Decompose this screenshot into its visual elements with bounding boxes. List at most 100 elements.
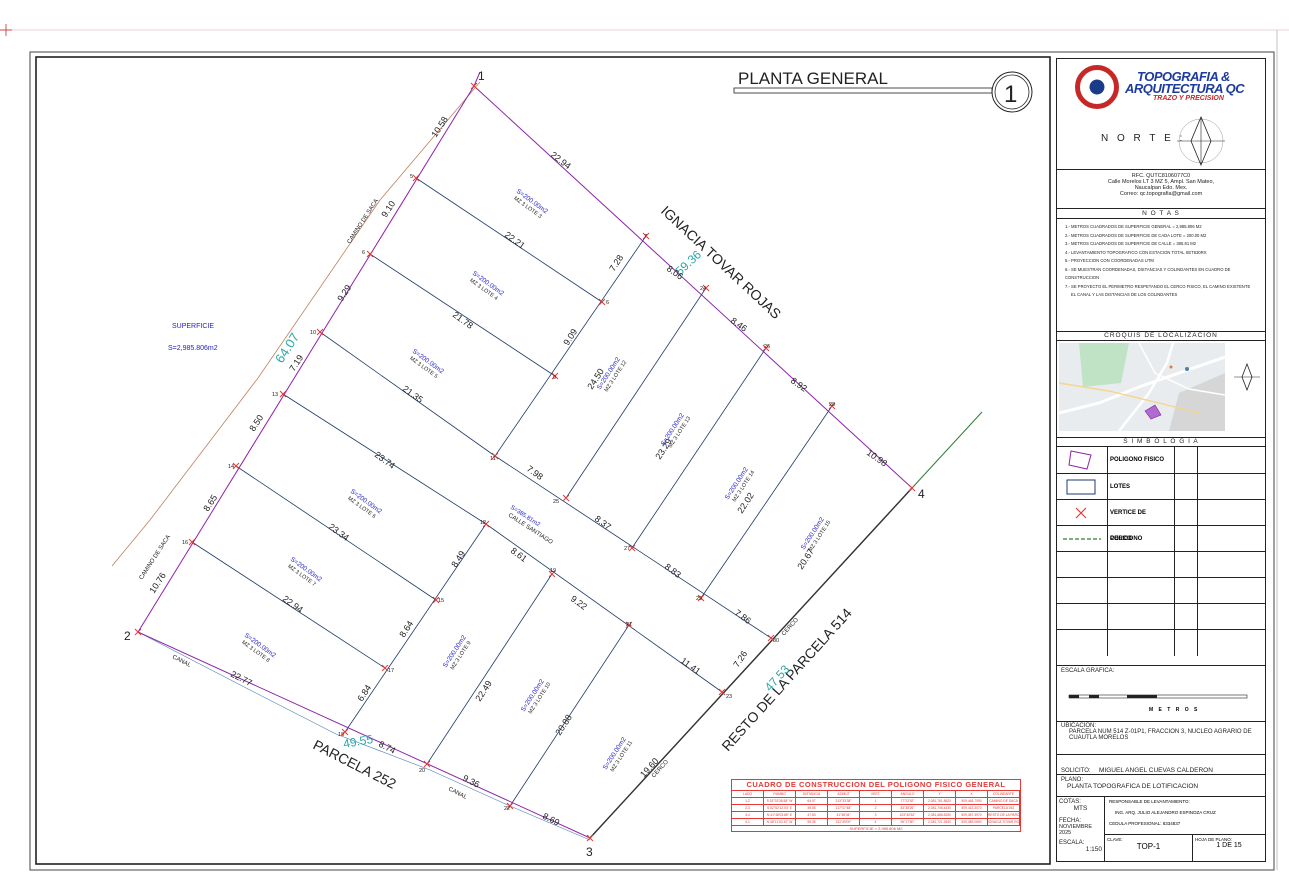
construction-table-cell: 2,081,721.2640 [924, 819, 956, 825]
cerco-line [911, 411, 983, 489]
vertex-number: 26 [764, 344, 770, 350]
dimension-label: 8.37 [593, 514, 613, 532]
construction-table-cell: 2 [860, 805, 892, 811]
clave-block: CLAVE: TOP-1 [1105, 835, 1193, 861]
email: Correo: qc.topografia@gmail.com [1119, 191, 1203, 197]
corner-2: 2 [124, 629, 131, 643]
construction-table-row: 1-2 S 33°33'38.58" W 64.07 213°33'38" 1 77°22… [732, 798, 1020, 805]
lot-label: S=200.00m2MZ 3 LOTE 10 [520, 678, 552, 715]
construction-table-cell: S 33°33'38.58" W [764, 798, 796, 804]
croquis-header: CROQUIS DE LOCALIZACION [1057, 331, 1265, 341]
construction-table-cell: 4-1 [732, 819, 764, 825]
construction-table-cell: 64.07 [796, 798, 828, 804]
dimension-label: 20.88 [553, 713, 574, 737]
resp-value: ING. ARQ. JULIO ALEJANDRO ESPINOZA CRUZ [1115, 810, 1216, 815]
map-north-icon [1234, 363, 1260, 391]
construction-table-cell: 49.55 [796, 805, 828, 811]
col-distancia: DISTANCIA [796, 791, 828, 797]
note-7: 7.- SE PROYECTO EL PERIMETRO RESPETANDO … [1065, 283, 1251, 289]
vertex-number: 15 [438, 598, 444, 604]
vertex-number: 18 [338, 732, 344, 738]
dimension-label: 10.98 [865, 447, 889, 468]
escala-grafica-section: ESCALA GRAFICA: M E T R O S [1057, 665, 1265, 722]
dimension-label: 22.49 [473, 679, 494, 703]
construction-table-cell: 83°38'26" [892, 805, 924, 811]
lot-label: S=200.00m2MZ 3 LOTE 6 [346, 488, 383, 520]
construction-table-footer: SUPERFICIE = 2,985.806 M2 [849, 826, 903, 831]
legend-empty-row [1057, 577, 1265, 604]
vertex-number: 11 [490, 456, 496, 462]
north-arrow-icon [1177, 115, 1225, 167]
vertex-marker [134, 628, 142, 636]
dimension-label: 8.65 [201, 493, 219, 513]
superficie-value: S=2,985.806m2 [168, 345, 218, 352]
dimension-label: 23.74 [373, 450, 397, 471]
lot-label: S=200.00m2MZ 3 LOTE 15 [800, 516, 832, 553]
legend-vertice-label: VERTICE DE POLIGONO [1107, 500, 1175, 542]
corner-3: 3 [586, 845, 593, 859]
lot-label: S=200.00m2MZ 3 LOTE 7 [286, 556, 323, 588]
camino-upper: CAMINO DE SACA [347, 198, 380, 245]
construction-table-cell: 41°48'04" [828, 812, 860, 818]
construction-table-cell: 509,448.7090 [956, 798, 988, 804]
clave-value: TOP-1 [1136, 842, 1161, 851]
construction-table-cell: RESTO DE LA PARCELA 514 [988, 812, 1020, 818]
vertex-number: 5 [410, 174, 413, 180]
resp-label: RESPONSABLE DE LEVANTAMIENTO: [1109, 799, 1190, 804]
legend-empty-row [1057, 551, 1265, 578]
solicito-label: SOLICITO: [1061, 768, 1091, 774]
legend-cerco-label: CERCO [1107, 526, 1175, 552]
vertex-number: 16 [182, 540, 188, 546]
dimension-label: 23.34 [327, 522, 351, 543]
legend-empty-row [1057, 629, 1265, 656]
vertex-number: 17 [388, 668, 394, 674]
dimension-label: 22.94 [281, 594, 305, 615]
vertex-number: 19 [550, 568, 556, 574]
logo-line2: ARQUITECTURA QC [1125, 81, 1245, 96]
dimension-label: 8.74 [377, 739, 397, 756]
superficie-label: SUPERFICIE [172, 323, 214, 330]
construction-table-cell: 3 [860, 812, 892, 818]
construction-table-cell: N 48°11'00.10" W [764, 819, 796, 825]
construction-table-cell: 95°17'50" [892, 819, 924, 825]
corner-1: 1 [478, 69, 485, 83]
info-left: COTAS: MTS FECHA: NOVIEMBRE 2025 ESCALA:… [1057, 797, 1105, 861]
dimension-label: 22.21 [503, 230, 527, 251]
info-grid: COTAS: MTS FECHA: NOVIEMBRE 2025 ESCALA:… [1057, 797, 1265, 861]
construction-table-title: CUADRO DE CONSTRUCCION DEL POLIGONO FISI… [732, 780, 1020, 791]
vertex-number: 14 [228, 464, 234, 470]
construction-table-cell: 509,413.3070 [956, 805, 988, 811]
vertex-marker [562, 494, 570, 502]
col-y: Y [924, 791, 956, 797]
vertex-number: 20 [419, 768, 425, 774]
dimension-label: 20.67 [795, 547, 816, 571]
escala-value: 1:150 [1085, 846, 1102, 853]
vertex-number: 25 [553, 499, 559, 505]
vertex-number: 10 [310, 330, 316, 336]
construction-table-cell: 2-3 [732, 805, 764, 811]
notes-section: N O T A S 1.- METROS CUADRADOS DE SUPERF… [1057, 209, 1265, 332]
cotas-value: MTS [1073, 805, 1088, 812]
location-map [1059, 343, 1225, 431]
col-angulo: ANGULO [892, 791, 924, 797]
legend-poligono-label: POLIGONO FISICO [1107, 447, 1175, 473]
canal-label-1: CANAL [171, 654, 192, 669]
polygon-icon [1068, 450, 1092, 470]
construction-table-cell: 311°49'00" [828, 819, 860, 825]
vertex-number: 6 [362, 250, 365, 256]
plano-section: PLANO: PLANTA TOPOGRAFICA DE LOTIFICACIO… [1057, 775, 1265, 797]
simbologia-section: S I M B O L O G I A POLIGONO FISICO LOTE… [1057, 437, 1265, 666]
construction-table-header: LADO RUMBO DISTANCIA AZIMUT VERT. ANGULO… [732, 791, 1020, 798]
vertex-x-icon [1075, 507, 1087, 519]
construction-table-cell: 509,457.3970 [956, 812, 988, 818]
dimension-label: 21.78 [451, 310, 475, 331]
camino-lower: CAMINO DE SACA [139, 534, 172, 581]
legend-lotes-label: LOTES [1107, 474, 1175, 500]
cerco-line-icon [1063, 538, 1101, 540]
metros-label: M E T R O S [1149, 707, 1200, 713]
dimension-label: 8.49 [449, 549, 467, 569]
vertex-number: 28 [829, 402, 835, 408]
lot-label: S=200.00m2MZ 3 LOTE 8 [240, 632, 277, 664]
simbologia-header: S I M B O L O G I A [1057, 437, 1265, 447]
note-4: 4.- LEVANTAMIENTO TOPOGRAFICO CON ESTACI… [1065, 249, 1207, 255]
